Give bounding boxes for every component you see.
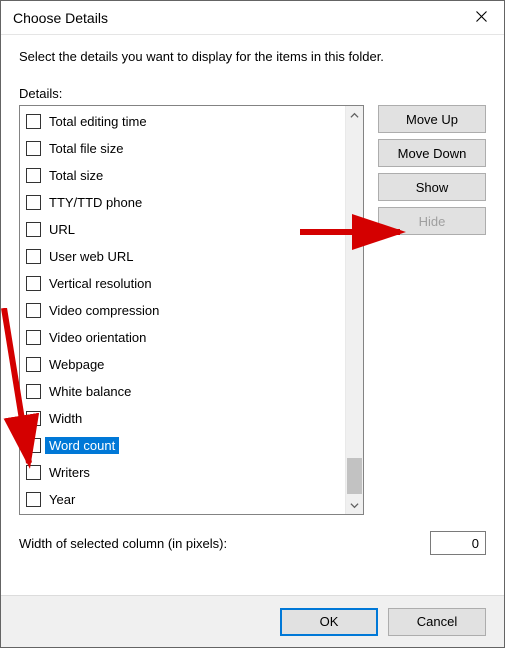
scrollbar[interactable]: [345, 106, 363, 514]
checkbox[interactable]: [26, 357, 41, 372]
checkbox[interactable]: [26, 222, 41, 237]
scroll-up-button[interactable]: [346, 106, 363, 124]
checkbox[interactable]: [26, 492, 41, 507]
list-item[interactable]: Total editing time: [20, 108, 345, 135]
checkbox[interactable]: [26, 438, 41, 453]
width-label: Width of selected column (in pixels):: [19, 536, 227, 551]
list-item[interactable]: URL: [20, 216, 345, 243]
details-label: Details:: [19, 86, 486, 101]
side-buttons: Move Up Move Down Show Hide: [378, 105, 486, 515]
hide-button[interactable]: Hide: [378, 207, 486, 235]
checkbox[interactable]: [26, 114, 41, 129]
show-button[interactable]: Show: [378, 173, 486, 201]
checkbox[interactable]: [26, 330, 41, 345]
list-item-label: TTY/TTD phone: [45, 194, 146, 211]
list-item-label: Vertical resolution: [45, 275, 156, 292]
checkbox[interactable]: [26, 141, 41, 156]
list-item-label: Video orientation: [45, 329, 150, 346]
list-item[interactable]: Total size: [20, 162, 345, 189]
chevron-down-icon: [350, 498, 359, 513]
checkbox[interactable]: [26, 276, 41, 291]
width-row: Width of selected column (in pixels):: [19, 531, 486, 555]
list-item[interactable]: White balance: [20, 378, 345, 405]
checkbox[interactable]: [26, 384, 41, 399]
checkbox[interactable]: [26, 303, 41, 318]
move-down-button[interactable]: Move Down: [378, 139, 486, 167]
checkbox[interactable]: [26, 411, 41, 426]
instructions-text: Select the details you want to display f…: [19, 49, 486, 64]
list-item[interactable]: Video orientation: [20, 324, 345, 351]
list-item-label: Width: [45, 410, 86, 427]
choose-details-dialog: Choose Details Select the details you wa…: [0, 0, 505, 648]
list-item[interactable]: Writers: [20, 459, 345, 486]
checkbox[interactable]: [26, 465, 41, 480]
list-item[interactable]: TTY/TTD phone: [20, 189, 345, 216]
checkbox[interactable]: [26, 249, 41, 264]
close-icon: [476, 10, 487, 25]
list-inner: Total editing time Total file size Total s…: [20, 106, 345, 514]
list-item[interactable]: User web URL: [20, 243, 345, 270]
ok-button[interactable]: OK: [280, 608, 378, 636]
chevron-up-icon: [350, 108, 359, 123]
main-row: Total editing time Total file size Total s…: [19, 105, 486, 515]
list-item-label: Writers: [45, 464, 94, 481]
scroll-thumb[interactable]: [347, 458, 362, 494]
list-item[interactable]: Year: [20, 486, 345, 513]
list-item-label: Total editing time: [45, 113, 151, 130]
scroll-down-button[interactable]: [346, 496, 363, 514]
cancel-button[interactable]: Cancel: [388, 608, 486, 636]
content-area: Select the details you want to display f…: [1, 35, 504, 595]
list-item[interactable]: Vertical resolution: [20, 270, 345, 297]
window-title: Choose Details: [13, 10, 108, 26]
list-item[interactable]: Webpage: [20, 351, 345, 378]
list-item-label: White balance: [45, 383, 135, 400]
list-item-label: User web URL: [45, 248, 138, 265]
list-item-label: Total file size: [45, 140, 127, 157]
titlebar: Choose Details: [1, 1, 504, 35]
move-up-button[interactable]: Move Up: [378, 105, 486, 133]
list-item-label: URL: [45, 221, 79, 238]
footer: OK Cancel: [1, 595, 504, 647]
list-item-label: Word count: [45, 437, 119, 454]
list-item-label: Webpage: [45, 356, 108, 373]
list-item-label: Video compression: [45, 302, 163, 319]
list-item[interactable]: Word count: [20, 432, 345, 459]
details-listbox[interactable]: Total editing time Total file size Total s…: [19, 105, 364, 515]
list-item[interactable]: Video compression: [20, 297, 345, 324]
list-item[interactable]: Width: [20, 405, 345, 432]
list-item[interactable]: Total file size: [20, 135, 345, 162]
checkbox[interactable]: [26, 168, 41, 183]
width-input[interactable]: [430, 531, 486, 555]
list-item-label: Total size: [45, 167, 107, 184]
close-button[interactable]: [458, 1, 504, 35]
checkbox[interactable]: [26, 195, 41, 210]
list-item-label: Year: [45, 491, 79, 508]
